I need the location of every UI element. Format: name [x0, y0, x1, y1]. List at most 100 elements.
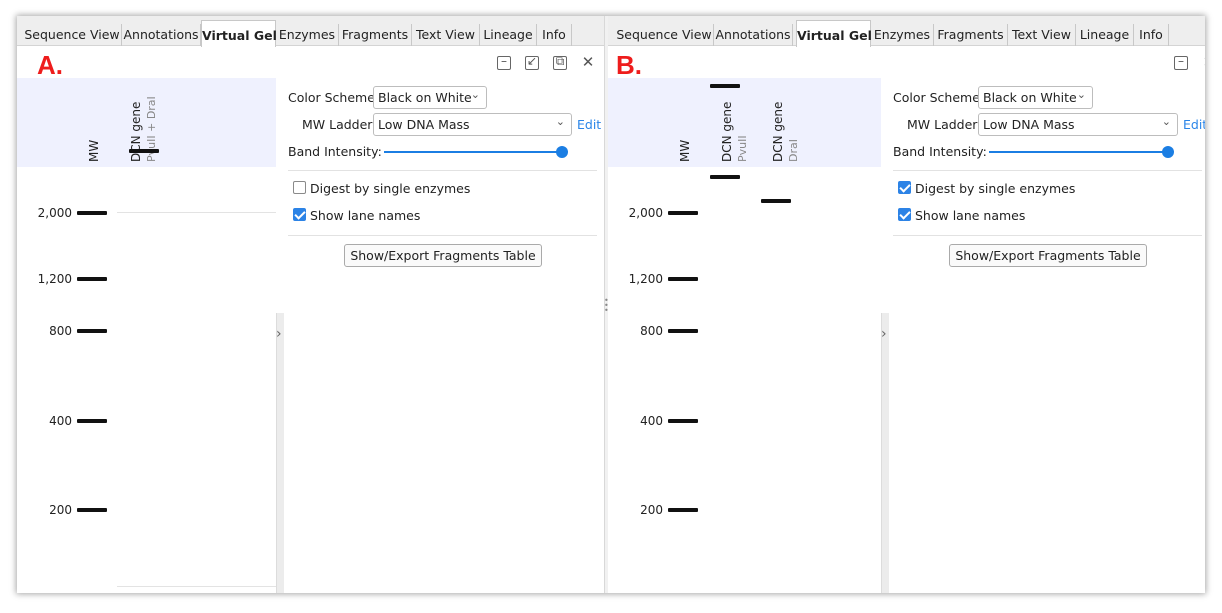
mw-label-400: 400 — [640, 414, 663, 428]
lane-enzyme-2: DraI — [787, 139, 800, 162]
band-intensity-slider[interactable] — [384, 151, 562, 153]
tab-virtual-gel[interactable]: Virtual Gel — [201, 20, 277, 47]
mw-label-800: 800 — [640, 324, 663, 338]
edit-ladder-link[interactable]: Edit — [577, 117, 601, 132]
export-fragments-button[interactable]: Show/Export Fragments Table — [344, 244, 542, 267]
panel-letter: B. — [616, 50, 642, 80]
divider — [288, 235, 597, 236]
tab-sequence-view[interactable]: Sequence View — [23, 24, 122, 46]
band-intensity-label: Band Intensity: — [893, 144, 987, 159]
tab-info[interactable]: Info — [537, 24, 572, 46]
digest-single-checkbox[interactable] — [293, 181, 306, 194]
digest-single-label: Digest by single enzymes — [915, 181, 1076, 196]
gel-settings: Color Scheme: Black on White ⌄ MW Ladder:… — [284, 78, 604, 593]
panel-letter: A. — [37, 50, 63, 80]
divider — [893, 170, 1202, 171]
ladder-band-200 — [668, 508, 698, 512]
tab-fragments[interactable]: Fragments — [339, 24, 412, 46]
lane-name-mw: MW — [87, 139, 101, 162]
lane-name-mw: MW — [678, 139, 692, 162]
mw-label-2000: 2,000 — [628, 206, 663, 220]
chevron-down-icon: ⌄ — [1076, 88, 1086, 101]
lane-enzyme-1: PvuII — [736, 135, 749, 162]
band-intensity-handle[interactable] — [556, 146, 568, 158]
ladder-band-2000 — [668, 211, 698, 215]
edit-ladder-link[interactable]: Edit — [1183, 117, 1205, 132]
mw-label-200: 200 — [640, 503, 663, 517]
lane-name-2: DCN gene — [771, 101, 785, 162]
sample-band — [761, 199, 791, 203]
color-scheme-select[interactable]: Black on White ⌄ — [373, 86, 487, 109]
ladder-band-200 — [77, 508, 107, 512]
mw-ladder-label: MW Ladder: — [907, 117, 982, 132]
tab-lineage[interactable]: Lineage — [480, 24, 537, 46]
tab-lineage[interactable]: Lineage — [1076, 24, 1134, 46]
ladder-band-2000 — [77, 211, 107, 215]
sample-band — [710, 84, 740, 88]
divider — [893, 235, 1202, 236]
restore-icon[interactable]: ↙ — [525, 55, 539, 70]
color-scheme-select[interactable]: Black on White ⌄ — [978, 86, 1093, 109]
tab-annotations[interactable]: Annotations — [714, 24, 793, 46]
band-intensity-handle[interactable] — [1162, 146, 1174, 158]
color-scheme-label: Color Scheme: — [893, 90, 985, 105]
mw-ladder-value: Low DNA Mass — [378, 117, 470, 132]
show-lane-names-label: Show lane names — [310, 208, 421, 223]
color-scheme-label: Color Scheme: — [288, 90, 380, 105]
ladder-band-400 — [77, 419, 107, 423]
virtual-gel: MW DCN gene PvuII + DraI 2,000 1,200 800… — [17, 78, 276, 593]
chevron-right-icon[interactable]: › — [881, 326, 887, 342]
band-intensity-slider[interactable] — [989, 151, 1169, 153]
collapse-rail[interactable] — [276, 313, 284, 593]
tab-enzymes[interactable]: Enzymes — [871, 24, 934, 46]
tab-bar: Sequence View Annotations Virtual Gel En… — [608, 16, 1205, 47]
show-lane-names-checkbox[interactable] — [293, 208, 306, 221]
tab-fragments[interactable]: Fragments — [934, 24, 1008, 46]
tab-text-view[interactable]: Text View — [412, 24, 480, 46]
panel-a: Sequence View Annotations Virtual Gel En… — [17, 16, 604, 593]
mw-ladder-value: Low DNA Mass — [983, 117, 1075, 132]
export-fragments-button[interactable]: Show/Export Fragments Table — [949, 244, 1147, 267]
collapse-rail[interactable] — [881, 313, 889, 593]
mw-ladder-label: MW Ladder: — [302, 117, 377, 132]
gel-settings: Color Scheme: Black on White ⌄ MW Ladder:… — [889, 78, 1205, 593]
virtual-gel: MW DCN gene PvuII DCN gene DraI 2,000 1,… — [608, 78, 881, 593]
mw-ladder-select[interactable]: Low DNA Mass ⌄ — [978, 113, 1178, 136]
chevron-right-icon[interactable]: › — [276, 326, 282, 342]
color-scheme-value: Black on White — [378, 90, 472, 105]
mw-label-1200: 1,200 — [37, 272, 72, 286]
band-intensity-label: Band Intensity: — [288, 144, 382, 159]
ladder-band-800 — [77, 329, 107, 333]
app-window: Sequence View Annotations Virtual Gel En… — [17, 16, 1205, 593]
chevron-down-icon: ⌄ — [1161, 115, 1171, 128]
close-icon[interactable]: ✕ — [1202, 55, 1205, 70]
mw-label-1200: 1,200 — [628, 272, 663, 286]
mw-ladder-select[interactable]: Low DNA Mass ⌄ — [373, 113, 572, 136]
digest-single-label: Digest by single enzymes — [310, 181, 471, 196]
sample-band — [129, 149, 159, 153]
close-icon[interactable]: ✕ — [581, 55, 595, 70]
gel-gridline — [117, 586, 276, 587]
sample-band — [710, 175, 740, 179]
show-lane-names-label: Show lane names — [915, 208, 1026, 223]
digest-single-checkbox[interactable] — [898, 181, 911, 194]
tab-annotations[interactable]: Annotations — [122, 24, 201, 46]
ladder-band-1200 — [77, 277, 107, 281]
chevron-down-icon: ⌄ — [555, 115, 565, 128]
mw-label-200: 200 — [49, 503, 72, 517]
collapse-icon[interactable]: – — [497, 55, 511, 70]
ladder-band-1200 — [668, 277, 698, 281]
tab-sequence-view[interactable]: Sequence View — [615, 24, 714, 46]
show-lane-names-checkbox[interactable] — [898, 208, 911, 221]
tab-enzymes[interactable]: Enzymes — [276, 24, 339, 46]
tab-bar: Sequence View Annotations Virtual Gel En… — [17, 16, 604, 47]
ladder-band-400 — [668, 419, 698, 423]
undock-icon[interactable]: ⧉ — [553, 55, 567, 70]
tab-text-view[interactable]: Text View — [1008, 24, 1076, 46]
mw-label-400: 400 — [49, 414, 72, 428]
collapse-icon[interactable]: – — [1174, 55, 1188, 70]
tab-info[interactable]: Info — [1134, 24, 1169, 46]
mw-label-2000: 2,000 — [37, 206, 72, 220]
tab-virtual-gel[interactable]: Virtual Gel — [796, 20, 872, 47]
panel-b: Sequence View Annotations Virtual Gel En… — [608, 16, 1205, 593]
